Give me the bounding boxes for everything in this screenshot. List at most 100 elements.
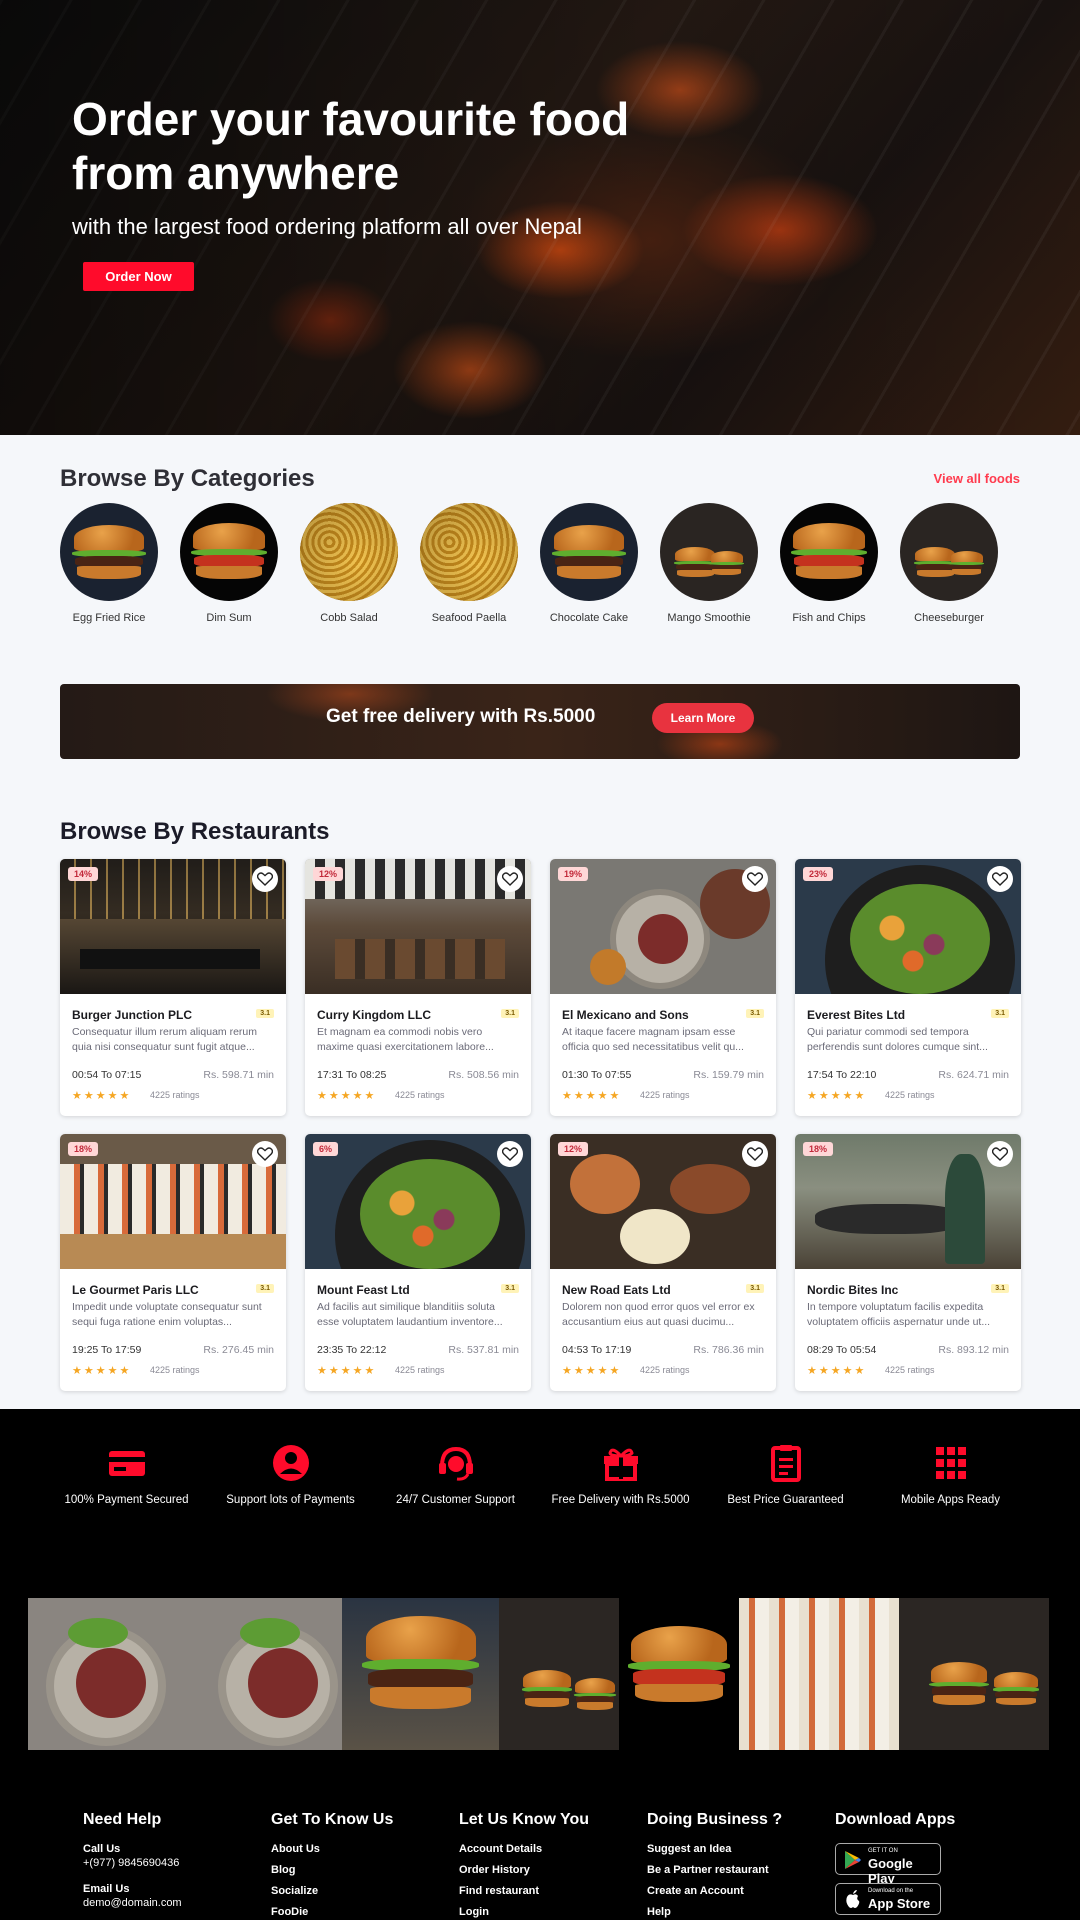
restaurant-card[interactable]: 18% Le Gourmet Paris LLC 3.1 Impedit unde v…	[60, 1134, 286, 1391]
restaurant-image: 6%	[305, 1134, 531, 1269]
phone-link[interactable]: +(977) 9845690436	[83, 1857, 253, 1869]
feature-label: 100% Payment Secured	[64, 1494, 189, 1506]
restaurant-name[interactable]: New Road Eats Ltd	[562, 1283, 671, 1297]
discount-badge: 18%	[68, 1142, 99, 1156]
headset-icon	[438, 1446, 473, 1481]
footer-heading: Let Us Know You	[459, 1811, 590, 1828]
footer-link[interactable]: Create an Account	[647, 1885, 817, 1897]
footer-link[interactable]: Blog	[271, 1864, 441, 1876]
category-label: Cheeseburger	[914, 612, 984, 624]
ratings-count: 4225 ratings	[640, 1090, 690, 1100]
heart-icon	[502, 872, 518, 886]
favorite-button[interactable]	[252, 866, 278, 892]
restaurant-card[interactable]: 23% Everest Bites Ltd 3.1 Qui pariatur comm…	[795, 859, 1021, 1116]
hero-title: Order your favourite food from anywhere	[72, 93, 630, 199]
category-item[interactable]: Chocolate Cake	[534, 503, 644, 624]
footer-link[interactable]: Help	[647, 1906, 817, 1918]
restaurant-card[interactable]: 12% New Road Eats Ltd 3.1 Dolorem non quod …	[550, 1134, 776, 1391]
restaurant-card[interactable]: 18% Nordic Bites Inc 3.1 In tempore volupta…	[795, 1134, 1021, 1391]
email-label: Email Us	[83, 1883, 130, 1895]
footer-link[interactable]: Find restaurant	[459, 1885, 629, 1897]
restaurant-name[interactable]: Mount Feast Ltd	[317, 1283, 410, 1297]
heart-icon	[747, 1147, 763, 1161]
restaurant-name[interactable]: Le Gourmet Paris LLC	[72, 1283, 199, 1297]
restaurant-name[interactable]: Nordic Bites Inc	[807, 1283, 898, 1297]
footer-let-us-know: Let Us Know You Account Details Order Hi…	[459, 1811, 629, 1920]
footer-link[interactable]: Order History	[459, 1864, 629, 1876]
email-link[interactable]: demo@domain.com	[83, 1897, 253, 1909]
view-all-foods-link[interactable]: View all foods	[934, 471, 1020, 486]
hero-banner: Order your favourite food from anywhere …	[0, 0, 1080, 435]
learn-more-button[interactable]: Learn More	[652, 703, 754, 733]
category-item[interactable]: Cheeseburger	[894, 503, 1004, 624]
favorite-button[interactable]	[742, 866, 768, 892]
rating-badge: 3.1	[746, 1284, 764, 1293]
discount-badge: 19%	[558, 867, 589, 881]
feature-label: 24/7 Customer Support	[396, 1494, 515, 1506]
restaurant-description: Et magnam ea commodi nobis vero maxime q…	[317, 1026, 494, 1053]
category-item[interactable]: Seafood Paella	[414, 503, 524, 624]
favorite-button[interactable]	[497, 866, 523, 892]
category-label: Cobb Salad	[320, 612, 378, 624]
category-image	[780, 503, 878, 601]
restaurant-image: 14%	[60, 859, 286, 994]
feature-label: Support lots of Payments	[226, 1494, 355, 1506]
category-image	[660, 503, 758, 601]
footer-link[interactable]: FooDie	[271, 1906, 441, 1918]
grid-icon	[935, 1447, 966, 1479]
restaurant-name[interactable]: El Mexicano and Sons	[562, 1008, 689, 1022]
category-label: Seafood Paella	[431, 612, 507, 624]
footer-link[interactable]: Socialize	[271, 1885, 441, 1897]
footer-link[interactable]: Account Details	[459, 1843, 629, 1855]
favorite-button[interactable]	[987, 866, 1013, 892]
heart-icon	[992, 1147, 1008, 1161]
feature-mobile-apps: Mobile Apps Ready	[868, 1444, 1033, 1506]
ratings-count: 4225 ratings	[640, 1365, 690, 1375]
opening-hours: 17:54 To 22:10	[807, 1069, 877, 1081]
order-now-button[interactable]: Order Now	[83, 262, 194, 291]
category-image	[900, 503, 998, 601]
favorite-button[interactable]	[987, 1141, 1013, 1167]
category-item[interactable]: Mango Smoothie	[654, 503, 764, 624]
restaurant-description: At itaque facere magnam ipsam esse offic…	[562, 1026, 744, 1053]
feature-best-price: Best Price Guaranteed	[703, 1444, 868, 1506]
category-item[interactable]: Fish and Chips	[774, 503, 884, 624]
restaurant-name[interactable]: Curry Kingdom LLC	[317, 1008, 431, 1022]
restaurant-card[interactable]: 6% Mount Feast Ltd 3.1 Ad facilis aut simil…	[305, 1134, 531, 1391]
gallery-image	[499, 1598, 619, 1750]
google-play-button[interactable]: GET IT ON Google Play	[835, 1843, 941, 1886]
feature-label: Best Price Guaranteed	[727, 1494, 844, 1506]
min-price: Rs. 159.79 min	[693, 1069, 764, 1081]
category-image	[180, 503, 278, 601]
promo-banner: Get free delivery with Rs.5000 Learn Mor…	[60, 684, 1020, 759]
category-item[interactable]: Dim Sum	[174, 503, 284, 624]
restaurant-card[interactable]: 14% Burger Junction PLC 3.1 Consequatur ill…	[60, 859, 286, 1116]
gallery-image	[28, 1598, 342, 1750]
footer-heading: Need Help	[83, 1811, 162, 1828]
ratings-count: 4225 ratings	[395, 1365, 445, 1375]
google-play-icon	[845, 1851, 861, 1869]
footer-link[interactable]: About Us	[271, 1843, 441, 1855]
favorite-button[interactable]	[252, 1141, 278, 1167]
restaurant-card[interactable]: 12% Curry Kingdom LLC 3.1 Et magnam ea comm…	[305, 859, 531, 1116]
restaurant-description: Qui pariatur commodi sed tempora perfere…	[807, 1026, 988, 1053]
category-item[interactable]: Cobb Salad	[294, 503, 404, 624]
restaurant-name[interactable]: Everest Bites Ltd	[807, 1008, 905, 1022]
favorite-button[interactable]	[742, 1141, 768, 1167]
restaurant-card[interactable]: 19% El Mexicano and Sons 3.1 At itaque face…	[550, 859, 776, 1116]
category-item[interactable]: Egg Fried Rice	[54, 503, 164, 624]
feature-payment-secured: 100% Payment Secured	[44, 1444, 209, 1506]
category-label: Mango Smoothie	[667, 612, 751, 624]
footer-link[interactable]: Suggest an Idea	[647, 1843, 817, 1855]
food-gallery	[28, 1598, 1049, 1750]
footer-link[interactable]: Login	[459, 1906, 629, 1918]
restaurant-image: 12%	[550, 1134, 776, 1269]
category-image	[300, 503, 398, 601]
app-store-button[interactable]: Download on the App Store	[835, 1883, 941, 1915]
favorite-button[interactable]	[497, 1141, 523, 1167]
ratings-count: 4225 ratings	[395, 1090, 445, 1100]
feature-free-delivery: Free Delivery with Rs.5000	[538, 1444, 703, 1506]
footer-link[interactable]: Be a Partner restaurant	[647, 1864, 817, 1876]
restaurant-name[interactable]: Burger Junction PLC	[72, 1008, 192, 1022]
restaurant-description: Consequatur illum rerum aliquam rerum qu…	[72, 1026, 257, 1053]
